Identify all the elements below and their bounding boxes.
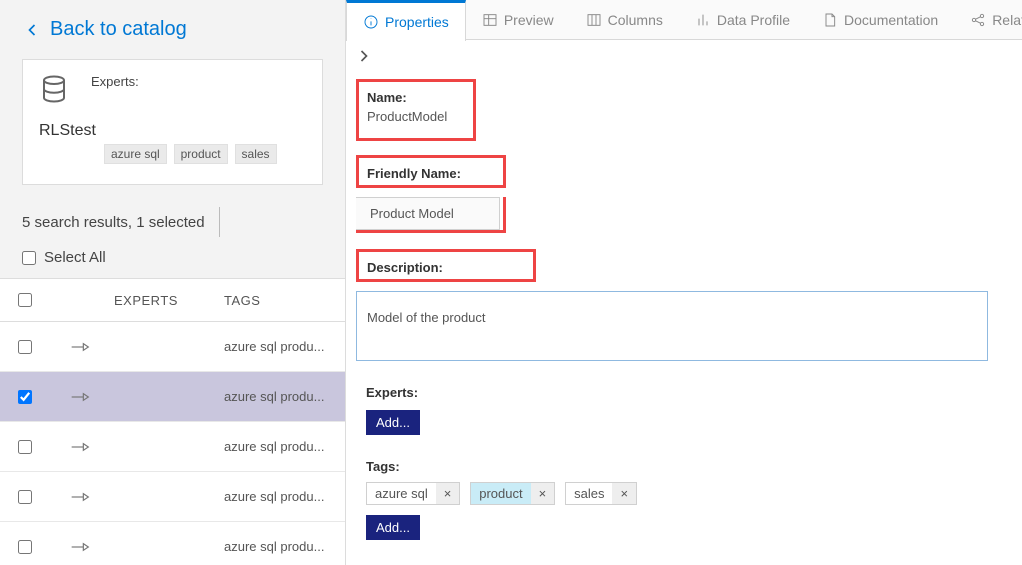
experts-label: Experts: (366, 385, 1022, 400)
share-icon (970, 12, 986, 28)
tab-label: Documentation (844, 12, 938, 28)
description-group: Description: (356, 249, 536, 282)
table-row[interactable]: azure sql produ... (0, 372, 345, 422)
pin-icon[interactable] (70, 440, 90, 454)
tab-label: Preview (504, 12, 554, 28)
tab-label: Columns (608, 12, 663, 28)
header-checkbox[interactable] (18, 293, 32, 307)
tags-section: Tags: azure sql × product × sales × Add.… (356, 455, 1022, 550)
tag-item[interactable]: product × (470, 482, 555, 505)
experts-section: Experts: Add... (356, 381, 1022, 445)
left-pane: Back to catalog Experts: RLStest azure s… (0, 0, 346, 565)
properties-panel: Name: ProductModel Friendly Name: Descri… (346, 69, 1022, 565)
tab-label: Related Data (992, 12, 1022, 28)
name-value: ProductModel (367, 109, 465, 130)
tag-chip[interactable]: sales (235, 144, 277, 164)
database-icon (39, 74, 69, 104)
row-tags: azure sql produ... (220, 539, 345, 554)
divider (219, 207, 220, 237)
friendly-name-group: Friendly Name: (356, 155, 506, 188)
row-checkbox[interactable] (18, 490, 32, 504)
arrow-left-icon (22, 20, 42, 40)
tab-related-data[interactable]: Related Data (954, 0, 1022, 39)
asset-tags: azure sql product sales (104, 142, 306, 166)
add-tag-button[interactable]: Add... (366, 515, 420, 540)
table-row[interactable]: azure sql produ... (0, 522, 345, 565)
table-row[interactable]: azure sql produ... (0, 422, 345, 472)
results-summary: 5 search results, 1 selected (0, 199, 345, 249)
table-row[interactable]: azure sql produ... (0, 322, 345, 372)
row-checkbox[interactable] (18, 540, 32, 554)
results-text: 5 search results, 1 selected (22, 214, 205, 231)
tag-chip[interactable]: azure sql (104, 144, 167, 164)
row-tags: azure sql produ... (220, 489, 345, 504)
grid-header: EXPERTS TAGS (0, 278, 345, 322)
select-all[interactable]: Select All (0, 249, 345, 278)
tags-label: Tags: (366, 459, 1022, 474)
col-tags-header[interactable]: TAGS (220, 293, 345, 308)
table-row[interactable]: azure sql produ... (0, 472, 345, 522)
remove-tag-button[interactable]: × (612, 483, 636, 504)
description-label: Description: (367, 256, 525, 279)
tag-item[interactable]: sales × (565, 482, 637, 505)
description-input[interactable] (356, 291, 988, 361)
row-tags: azure sql produ... (220, 339, 345, 354)
tag-label: sales (566, 483, 612, 504)
friendly-name-input[interactable] (356, 197, 500, 230)
tab-label: Properties (385, 14, 449, 30)
remove-tag-button[interactable]: × (531, 483, 555, 504)
bar-chart-icon (695, 12, 711, 28)
right-pane: Properties Preview Columns Data Profile … (346, 0, 1022, 565)
collapse-toggle[interactable] (346, 40, 1022, 69)
row-checkbox[interactable] (18, 440, 32, 454)
table-icon (482, 12, 498, 28)
tab-strip: Properties Preview Columns Data Profile … (346, 0, 1022, 40)
friendly-name-label: Friendly Name: (367, 162, 495, 185)
tag-chip[interactable]: product (174, 144, 228, 164)
asset-name: RLStest (39, 122, 306, 140)
name-label: Name: (367, 86, 465, 109)
row-checkbox[interactable] (18, 390, 32, 404)
results-grid: EXPERTS TAGS azure sql produ... azure sq… (0, 278, 345, 565)
pin-icon[interactable] (70, 490, 90, 504)
row-tags: azure sql produ... (220, 389, 345, 404)
back-to-catalog-link[interactable]: Back to catalog (0, 0, 345, 45)
row-tags: azure sql produ... (220, 439, 345, 454)
tab-preview[interactable]: Preview (466, 0, 570, 39)
back-link-label: Back to catalog (50, 18, 187, 41)
select-all-label: Select All (44, 249, 106, 266)
pin-icon[interactable] (70, 540, 90, 554)
document-icon (822, 12, 838, 28)
info-icon (363, 14, 379, 30)
row-checkbox[interactable] (18, 340, 32, 354)
pin-icon[interactable] (70, 340, 90, 354)
tab-properties[interactable]: Properties (346, 0, 466, 41)
tag-label: azure sql (367, 483, 436, 504)
tag-item[interactable]: azure sql × (366, 482, 460, 505)
tab-documentation[interactable]: Documentation (806, 0, 954, 39)
add-expert-button[interactable]: Add... (366, 410, 420, 435)
tab-label: Data Profile (717, 12, 790, 28)
tag-label: product (471, 483, 530, 504)
pin-icon[interactable] (70, 390, 90, 404)
columns-icon (586, 12, 602, 28)
tab-data-profile[interactable]: Data Profile (679, 0, 806, 39)
asset-card: Experts: RLStest azure sql product sales (22, 59, 323, 185)
col-experts-header[interactable]: EXPERTS (110, 293, 220, 308)
experts-label: Experts: (91, 74, 139, 89)
name-group: Name: ProductModel (356, 79, 476, 141)
tab-columns[interactable]: Columns (570, 0, 679, 39)
chevron-right-icon (354, 46, 374, 66)
select-all-checkbox[interactable] (22, 251, 36, 265)
remove-tag-button[interactable]: × (436, 483, 460, 504)
